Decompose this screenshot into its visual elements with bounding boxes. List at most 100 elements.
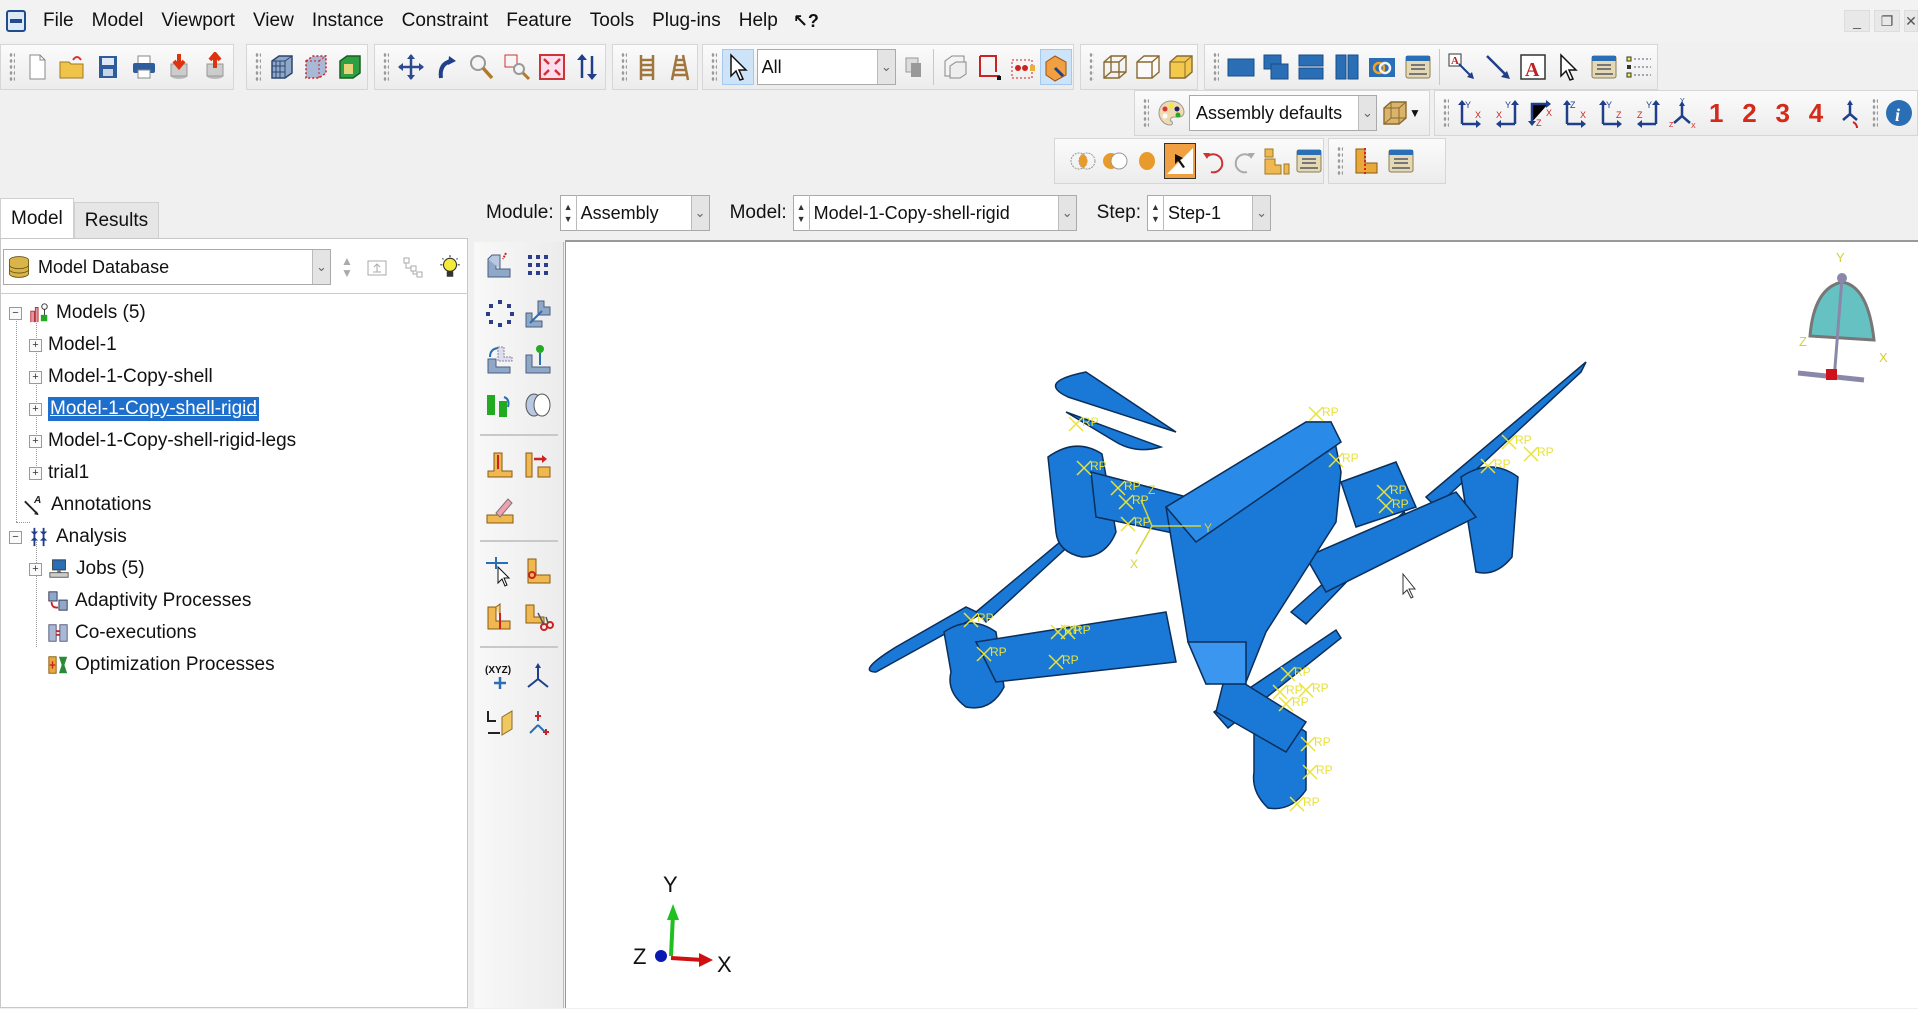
expand-icon[interactable]: + <box>29 338 42 352</box>
expand-icon[interactable]: + <box>29 466 42 480</box>
filter-tree-icon[interactable] <box>401 255 425 279</box>
view-iso-button[interactable]: Y Z X <box>1665 95 1698 131</box>
menu-instance[interactable]: Instance <box>303 0 393 42</box>
menu-feature[interactable]: Feature <box>497 0 580 42</box>
menu-tools[interactable]: Tools <box>581 0 643 42</box>
user-view-4-button[interactable]: 4 <box>1799 98 1832 129</box>
menu-plugins[interactable]: Plug-ins <box>643 0 730 42</box>
render-wireframe-button[interactable] <box>266 49 298 85</box>
export-button[interactable] <box>198 49 232 85</box>
lightbulb-icon[interactable] <box>437 254 463 280</box>
radial-pattern-button[interactable] <box>482 294 518 332</box>
viewport-manager-button[interactable] <box>1401 49 1434 85</box>
redo-display-button[interactable] <box>1230 143 1260 179</box>
view-right-button[interactable]: YZ <box>1630 95 1663 131</box>
new-file-button[interactable] <box>20 49 54 85</box>
toolbar-grip[interactable] <box>621 52 627 82</box>
module-selector[interactable]: ▲ ▼ Assembly ⌄ <box>559 195 710 231</box>
annotation-select-button[interactable] <box>1552 49 1585 85</box>
select-button[interactable] <box>721 49 754 85</box>
replicate-button[interactable] <box>632 49 663 85</box>
tree-node-analysis[interactable]: − Analysis <box>9 522 127 552</box>
replicate-alt-button[interactable] <box>665 49 696 85</box>
spin-arrows-icon[interactable]: ▲ ▼ <box>1148 195 1165 231</box>
minimize-button[interactable]: _ <box>1844 10 1870 32</box>
toolbar-grip[interactable] <box>255 52 261 82</box>
tab-model[interactable]: Model <box>0 198 74 238</box>
display-group-intersect-button[interactable] <box>1068 143 1098 179</box>
display-group-replace-button[interactable] <box>1132 143 1162 179</box>
toolbar-grip[interactable] <box>1143 98 1149 128</box>
render-style-button[interactable] <box>1378 95 1412 131</box>
show-all-button[interactable] <box>1099 49 1130 85</box>
user-view-3-button[interactable]: 3 <box>1766 98 1799 129</box>
single-viewport-button[interactable] <box>1224 49 1257 85</box>
tree-node-trial1[interactable]: + trial1 <box>29 458 89 488</box>
toolbar-grip[interactable] <box>1871 98 1878 128</box>
tree-node-model-1-copy-shell[interactable]: + Model-1-Copy-shell <box>29 362 213 392</box>
tree-node-model-1[interactable]: + Model-1 <box>29 330 117 360</box>
query-info-button[interactable]: i <box>1883 95 1916 131</box>
view-back-button[interactable]: YX <box>1489 95 1522 131</box>
toolbar-grip[interactable] <box>1213 52 1219 82</box>
view-orientation-triad[interactable]: Y Z X <box>1776 250 1906 400</box>
annotation-manager-button[interactable] <box>1587 49 1620 85</box>
tile-horizontal-button[interactable] <box>1295 49 1328 85</box>
whats-this-button[interactable]: ↖? <box>787 11 819 32</box>
database-selector[interactable]: Model Database ⌄ <box>3 249 331 285</box>
toolbar-grip[interactable] <box>1089 52 1095 82</box>
toolbar-grip[interactable] <box>383 52 389 82</box>
cycle-view-button[interactable] <box>571 49 604 85</box>
menu-view[interactable]: View <box>244 0 303 42</box>
display-group-manager-button[interactable] <box>1294 143 1324 179</box>
display-group-toggle-button[interactable] <box>1164 143 1196 179</box>
menu-help[interactable]: Help <box>730 0 787 42</box>
expand-icon[interactable]: + <box>29 434 42 448</box>
create-feature-button[interactable] <box>482 446 518 484</box>
create-text-button[interactable]: A <box>1516 49 1549 85</box>
datum-plane-button[interactable] <box>482 704 518 742</box>
tree-node-co-executions[interactable]: Co-executions <box>47 618 196 648</box>
step-selector[interactable]: ▲ ▼ Step-1 ⌄ <box>1147 195 1272 231</box>
feature-translate-button[interactable] <box>520 446 556 484</box>
cascade-viewports-button[interactable] <box>1259 49 1292 85</box>
rotate-button[interactable] <box>429 49 462 85</box>
pan-button[interactable] <box>394 49 427 85</box>
tree-node-adaptivity-processes[interactable]: Adaptivity Processes <box>47 586 251 616</box>
select-box-button[interactable] <box>973 49 1005 85</box>
link-viewports-button[interactable] <box>1366 49 1399 85</box>
color-scheme-dropdown[interactable]: Assembly defaults ⌄ <box>1189 95 1377 131</box>
app-icon[interactable] <box>6 10 26 32</box>
restore-button[interactable]: ❐ <box>1874 10 1900 32</box>
view-cut-manager-button[interactable] <box>1384 143 1418 179</box>
merge-cut-button[interactable] <box>520 386 556 424</box>
delete-feature-button[interactable] <box>482 492 518 530</box>
save-button[interactable] <box>91 49 125 85</box>
create-datum-point-button[interactable] <box>482 552 518 590</box>
expand-icon[interactable]: + <box>29 402 42 416</box>
menu-model[interactable]: Model <box>83 0 153 42</box>
display-group-create-button[interactable] <box>1262 143 1292 179</box>
undo-display-button[interactable] <box>1198 143 1228 179</box>
create-constraint-button[interactable] <box>482 386 518 424</box>
select-through-button[interactable] <box>1039 49 1072 85</box>
toolbar-grip[interactable] <box>1443 98 1449 128</box>
toolbar-grip[interactable] <box>711 52 717 82</box>
tree-node-models[interactable]: − Models (5) <box>9 298 146 328</box>
display-group-union-button[interactable] <box>1100 143 1130 179</box>
import-button[interactable] <box>163 49 197 85</box>
view-cut-button[interactable] <box>1348 143 1382 179</box>
datum-axis-button[interactable] <box>520 658 556 696</box>
rotate-instance-button[interactable] <box>482 340 518 378</box>
view-bottom-button[interactable]: ZX <box>1560 95 1593 131</box>
tree-node-optimization-processes[interactable]: Optimization Processes <box>47 650 275 680</box>
datum-point-offset-button[interactable] <box>520 704 556 742</box>
linear-pattern-button[interactable] <box>520 246 556 284</box>
show-outline-button[interactable] <box>1132 49 1163 85</box>
menu-file[interactable]: File <box>34 0 83 42</box>
spin-arrows-icon[interactable]: ▲ ▼ <box>561 195 577 231</box>
selection-options-button[interactable] <box>897 49 929 85</box>
tree-node-annotations[interactable]: A Annotations <box>23 490 151 520</box>
close-button[interactable]: ✕ <box>1904 10 1918 32</box>
show-solid-button[interactable] <box>1165 49 1196 85</box>
